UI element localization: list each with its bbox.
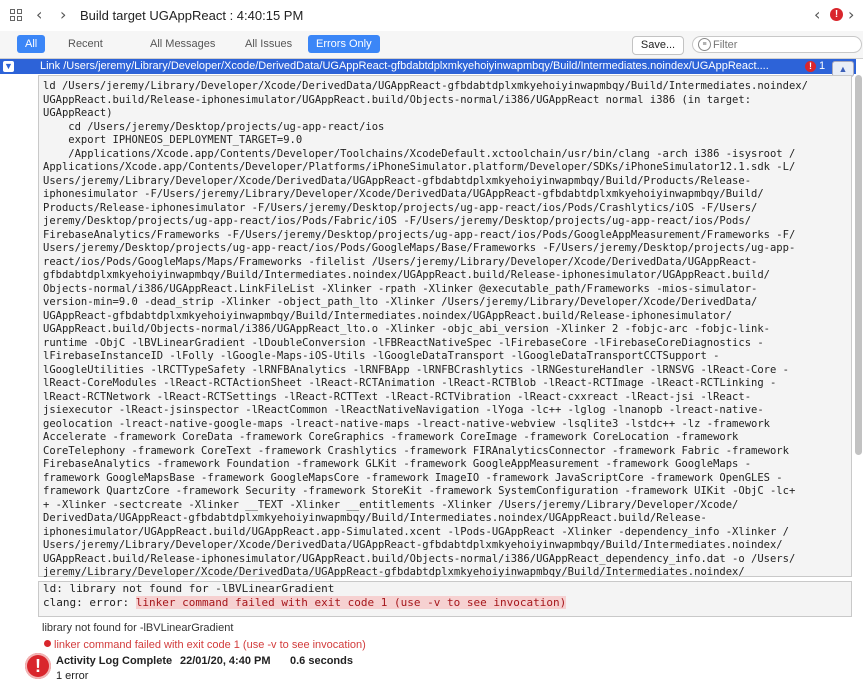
log-entry-header[interactable]: ▼ Link /Users/jeremy/Library/Developer/X… [0, 59, 856, 74]
navigation-bar: ‹ › Build target UGAppReact : 4:40:15 PM… [0, 0, 863, 32]
scrollbar[interactable] [855, 75, 862, 455]
alert-icon: ! [25, 653, 51, 679]
activity-log-title: Activity Log Complete [56, 655, 173, 667]
clang-prefix: clang: error: [43, 595, 136, 609]
related-items-grid-icon[interactable] [10, 9, 23, 22]
log-entry-title: Link /Users/jeremy/Library/Developer/Xco… [40, 60, 769, 72]
library-not-found-message[interactable]: library not found for -lBVLinearGradient [42, 622, 233, 634]
chevron-left-icon[interactable]: ‹ [36, 6, 42, 24]
linker-error-text: linker command failed with exit code 1 (… [54, 639, 366, 651]
filter-icon: ≡ [698, 38, 711, 51]
activity-log-error-count: 1 error [56, 670, 89, 682]
error-summary: ld: library not found for -lBVLinearGrad… [38, 581, 852, 617]
activity-log-duration: 0.6 seconds [290, 655, 353, 667]
scope-recent-button[interactable]: Recent [60, 35, 111, 53]
next-issue-chevron-icon[interactable]: › [848, 6, 854, 24]
scope-all-issues-button[interactable]: All Issues [237, 35, 300, 53]
linker-error-message[interactable]: linker command failed with exit code 1 (… [44, 639, 366, 651]
activity-log-date: 22/01/20, 4:40 PM [180, 655, 271, 667]
filter-input[interactable] [713, 37, 853, 52]
scope-all-messages-button[interactable]: All Messages [142, 35, 223, 53]
error-dot-icon [44, 640, 51, 647]
scope-errors-only-button[interactable]: Errors Only [308, 35, 380, 53]
error-indicator-icon[interactable]: ! [830, 8, 843, 21]
breadcrumb[interactable]: Build target UGAppReact : 4:40:15 PM [80, 8, 303, 23]
filter-bar: All Recent All Messages All Issues Error… [0, 31, 863, 59]
previous-issue-chevron-icon[interactable]: ‹ [814, 6, 820, 24]
log-entry-error-count: 1 [819, 60, 826, 72]
save-button[interactable]: Save... [632, 36, 684, 55]
command-transcript: ld /Users/jeremy/Library/Developer/Xcode… [38, 75, 852, 592]
clang-error-highlight: linker command failed with exit code 1 (… [135, 595, 567, 609]
transcript-text: ld /Users/jeremy/Library/Developer/Xcode… [43, 80, 808, 592]
clang-error-line: clang: error: linker command failed with… [39, 595, 851, 610]
disclosure-triangle-icon[interactable]: ▼ [3, 61, 14, 72]
scope-all-button[interactable]: All [17, 35, 46, 53]
error-icon: ! [805, 61, 816, 72]
chevron-right-icon[interactable]: › [60, 6, 66, 24]
ld-error-line: ld: library not found for -lBVLinearGrad… [43, 582, 335, 595]
filter-field[interactable]: ≡ [692, 36, 862, 53]
